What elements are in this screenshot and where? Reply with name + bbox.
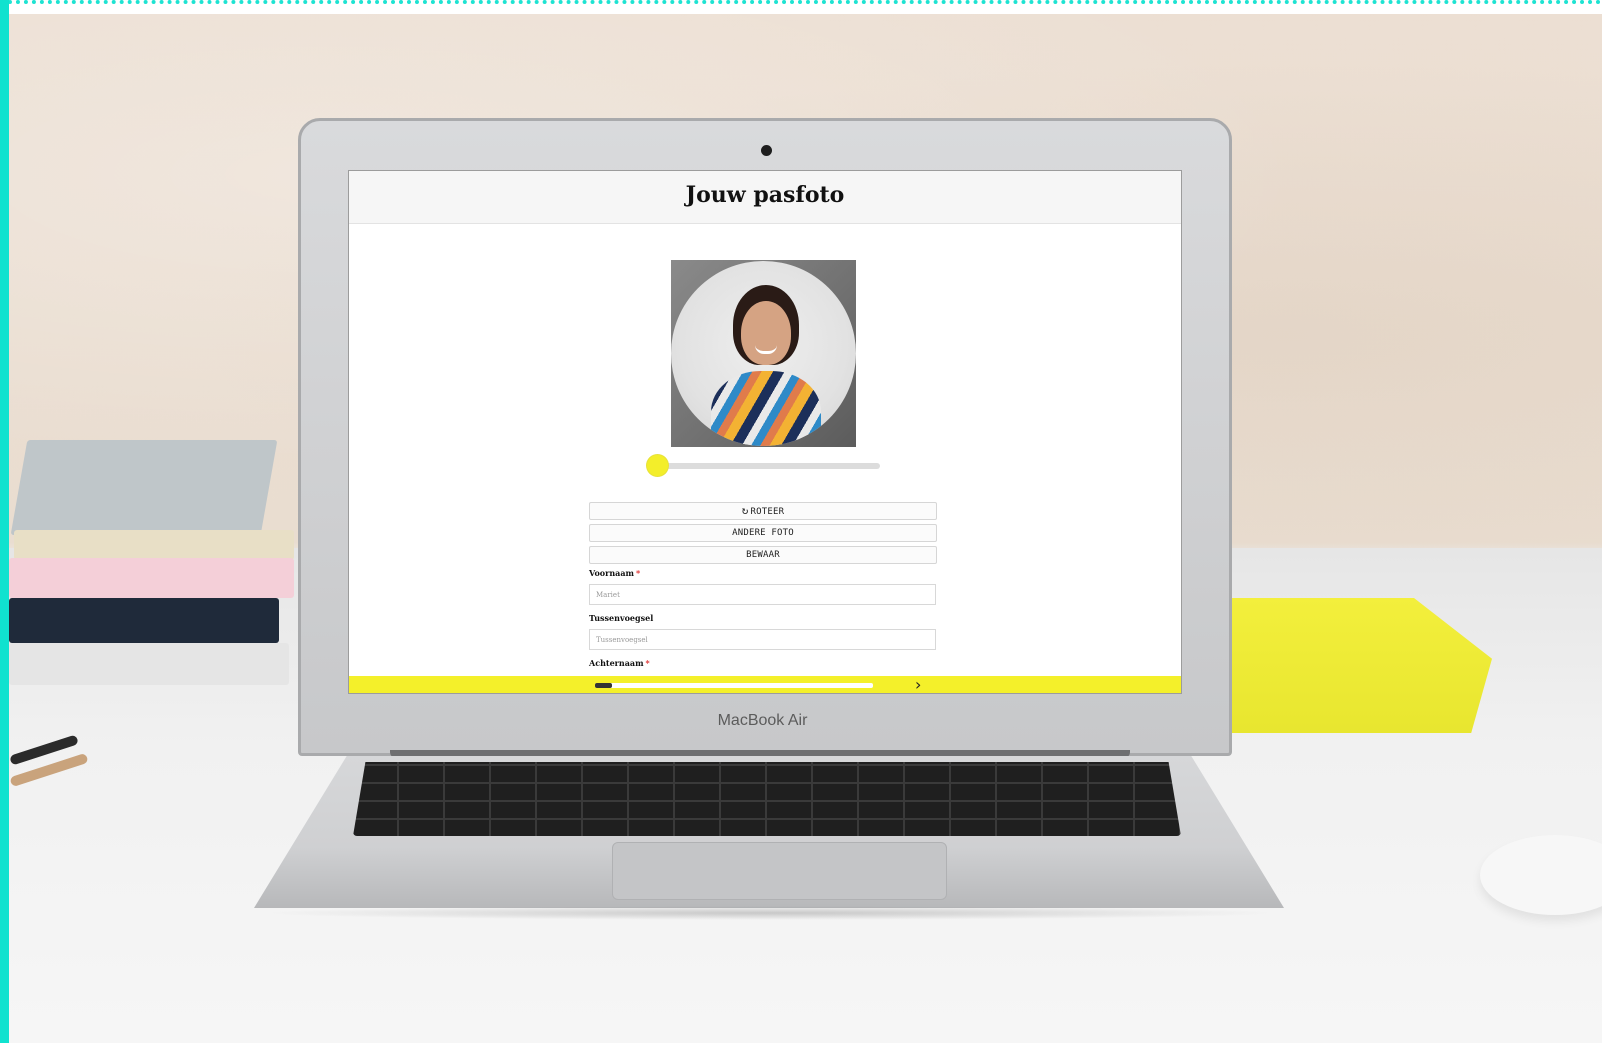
zoom-slider-track[interactable]	[658, 463, 880, 469]
photo-face	[741, 301, 791, 365]
rotate-button-label: ROTEER	[750, 507, 785, 517]
save-button[interactable]: BEWAAR	[589, 546, 937, 564]
progress-bar	[595, 683, 873, 688]
laptop-shadow	[260, 906, 1280, 920]
middle-name-label-text: Tussenvoegsel	[589, 613, 654, 623]
laptop-screen: Jouw pasfoto ↻ ROTEER ANDERE FOTO BEWAAR …	[348, 170, 1182, 694]
cyan-frame-left	[0, 0, 9, 1043]
first-name-label-text: Voornaam	[589, 568, 635, 578]
first-name-label: Voornaam *	[589, 568, 640, 578]
book-stack	[9, 430, 299, 685]
book	[9, 643, 289, 685]
webcam	[761, 145, 772, 156]
book	[14, 530, 294, 560]
save-button-label: BEWAAR	[746, 550, 780, 560]
profile-photo	[671, 261, 856, 446]
photo-crop-area[interactable]	[671, 260, 856, 447]
required-mark: *	[636, 568, 641, 578]
middle-name-label: Tussenvoegsel	[589, 613, 653, 623]
required-mark: *	[645, 658, 650, 668]
laptop-brand-label: MacBook Air	[717, 712, 808, 729]
zoom-slider-thumb[interactable]	[647, 455, 668, 476]
other-photo-button-label: ANDERE FOTO	[732, 528, 794, 538]
last-name-label-text: Achternaam	[589, 658, 644, 668]
footer-bar: ›	[349, 675, 1181, 693]
page-title: Jouw pasfoto	[685, 182, 845, 208]
photo-shirt	[711, 371, 821, 446]
dotted-frame-top	[0, 0, 1602, 14]
keyboard	[353, 762, 1181, 836]
chevron-right-icon[interactable]: ›	[915, 675, 921, 693]
progress-fill	[595, 683, 612, 688]
first-name-value: Mariet	[596, 591, 620, 599]
first-name-field[interactable]: Mariet	[589, 584, 936, 605]
page-header: Jouw pasfoto	[349, 171, 1181, 224]
rotate-button[interactable]: ↻ ROTEER	[589, 502, 937, 520]
middle-name-placeholder: Tussenvoegsel	[596, 636, 648, 644]
middle-name-field[interactable]: Tussenvoegsel	[589, 629, 936, 650]
book	[9, 558, 294, 598]
last-name-label: Achternaam *	[589, 658, 650, 668]
trackpad	[612, 842, 947, 900]
other-photo-button[interactable]: ANDERE FOTO	[589, 524, 937, 542]
rotate-icon: ↻	[741, 504, 749, 517]
notebook	[10, 440, 278, 535]
book	[9, 598, 279, 643]
